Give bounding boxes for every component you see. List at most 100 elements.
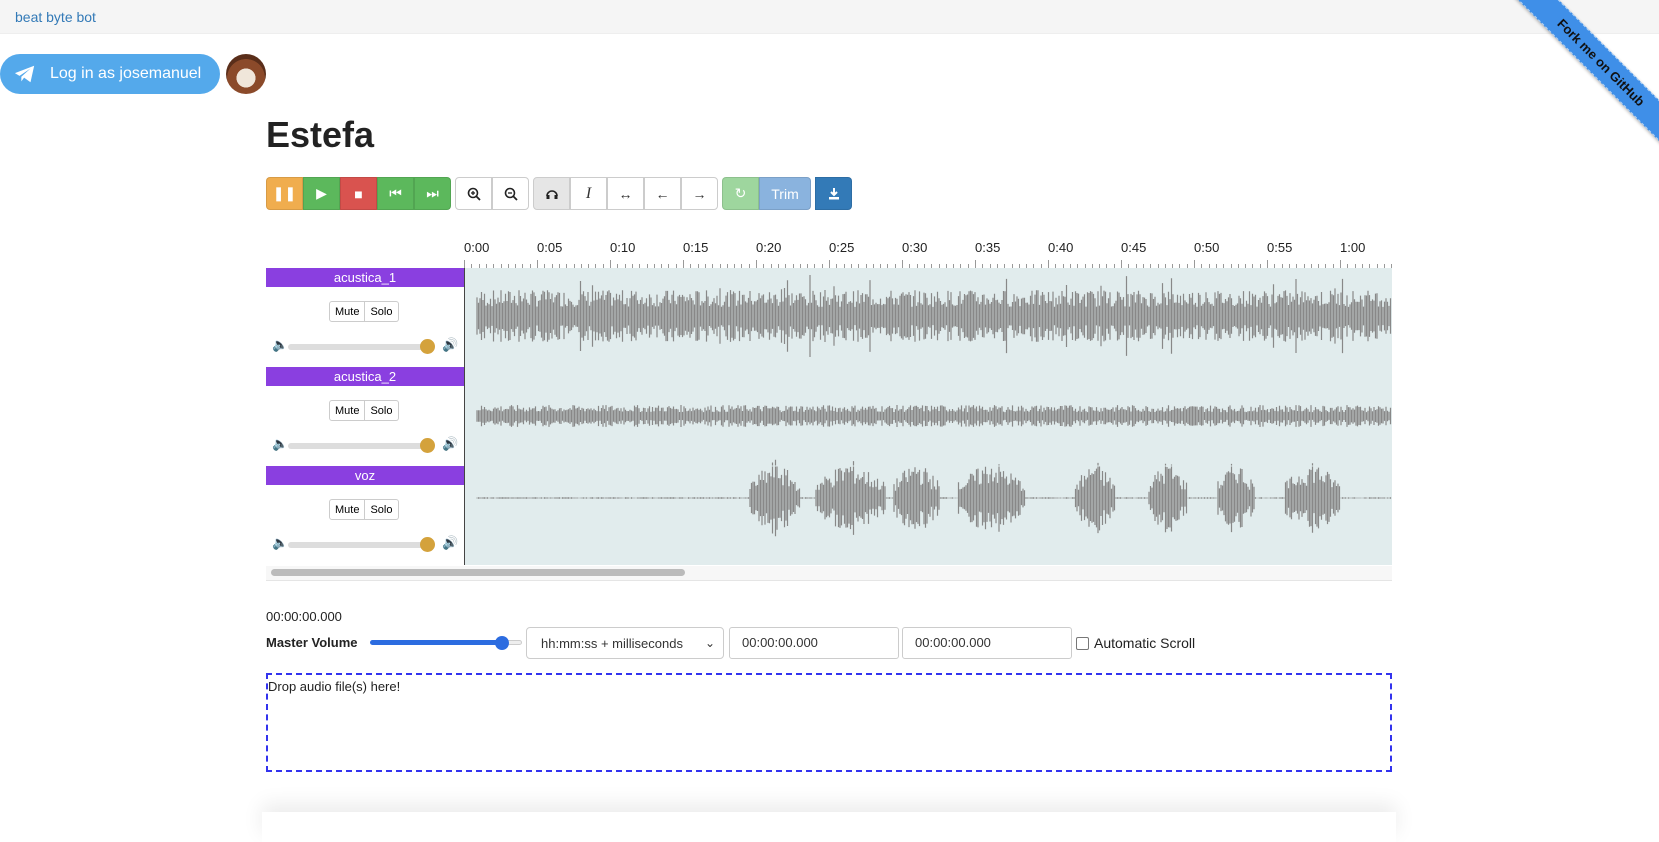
solo-button[interactable]: Solo [365, 400, 399, 421]
download-button[interactable] [815, 177, 852, 210]
brand-link[interactable]: beat byte bot [15, 9, 96, 25]
avatar [226, 54, 266, 94]
scrollbar-thumb[interactable] [271, 569, 685, 576]
download-icon [828, 187, 839, 199]
mute-button[interactable]: Mute [329, 400, 366, 421]
zoom-in-button[interactable] [455, 177, 492, 210]
volume-knob[interactable] [420, 537, 435, 552]
timeline-label: 0:05 [537, 240, 563, 255]
volume-knob[interactable] [420, 438, 435, 453]
timeline-tick [1048, 260, 1049, 268]
rewind-icon: ⏮ [389, 185, 402, 201]
time-format-select[interactable]: hh:mm:ss + milliseconds ⌄ [526, 627, 724, 659]
drop-zone-text: Drop audio file(s) here! [268, 679, 401, 694]
stop-button[interactable]: ■ [340, 177, 377, 210]
automatic-scroll-checkbox[interactable] [1076, 636, 1089, 650]
timeline-label: 0:30 [902, 240, 928, 255]
timeline-ruler[interactable]: 0:00 0:05 0:10 0:15 0:20 0:25 0:30 0:35 0:40 0:45… [464, 240, 1393, 268]
track-volume-slider[interactable]: 🔈 🔊 [266, 434, 464, 458]
waveforms [465, 275, 1392, 537]
current-time: 00:00:00.000 [266, 609, 342, 624]
shift-right-icon: → [692, 185, 707, 202]
volume-up-icon: 🔊 [442, 436, 459, 451]
waveform [476, 405, 1392, 427]
trim-button[interactable]: Trim [759, 177, 811, 210]
track-volume-slider[interactable]: 🔈 🔊 [266, 335, 464, 359]
track-mute-solo: Mute Solo [329, 400, 399, 421]
selection-end-input[interactable]: 00:00:00.000 [902, 627, 1072, 659]
volume-up-icon: 🔊 [442, 337, 459, 352]
timeline-label: 0:35 [975, 240, 1001, 255]
volume-up-icon: 🔊 [442, 535, 459, 550]
timeline-scrollbar[interactable] [266, 566, 1392, 581]
zoom-out-button[interactable] [492, 177, 529, 210]
volume-down-icon: 🔈 [272, 535, 289, 550]
telegram-login-button[interactable]: Log in as josemanuel [0, 54, 220, 94]
timeline-tick [902, 260, 903, 268]
fade-out-button[interactable]: → [681, 177, 718, 210]
timeline-label: 0:50 [1194, 240, 1220, 255]
timeline-tick [464, 260, 465, 268]
timeline-tick [975, 260, 976, 268]
waveform [476, 459, 1392, 537]
pause-button[interactable]: ❚❚ [266, 177, 303, 210]
timeline-tick [756, 260, 757, 268]
select-mode-button[interactable]: I [570, 177, 607, 210]
shift-left-icon: ← [655, 185, 670, 202]
solo-button[interactable]: Solo [365, 499, 399, 520]
timeline-tick [1194, 260, 1195, 268]
timeline-label: 0:25 [829, 240, 855, 255]
chevron-down-icon: ⌄ [704, 636, 715, 650]
timeline-label: 0:10 [610, 240, 636, 255]
refresh-icon: ↻ [734, 185, 747, 201]
github-ribbon[interactable]: Fork me on GitHub [1509, 0, 1659, 150]
mute-button[interactable]: Mute [329, 301, 366, 322]
refresh-button[interactable]: ↻ [722, 177, 759, 210]
github-ribbon-label[interactable]: Fork me on GitHub [1512, 0, 1659, 150]
timeline-label: 0:55 [1267, 240, 1293, 255]
timeline-label: 0:15 [683, 240, 709, 255]
track-mute-solo: Mute Solo [329, 499, 399, 520]
pause-icon: ❚❚ [272, 185, 297, 201]
volume-down-icon: 🔈 [272, 337, 289, 352]
timeline-tick [1340, 260, 1341, 268]
track-name: voz [266, 466, 464, 485]
track-volume-slider[interactable]: 🔈 🔊 [266, 533, 464, 557]
zoom-in-icon [467, 187, 481, 201]
file-drop-zone[interactable]: Drop audio file(s) here! [266, 673, 1392, 772]
waveform-area[interactable] [464, 268, 1392, 565]
track-mute-solo: Mute Solo [329, 301, 399, 322]
shift-mode-button[interactable]: ↔ [607, 177, 644, 210]
track-name: acustica_1 [266, 268, 464, 287]
timeline-label: 0:45 [1121, 240, 1147, 255]
selection-start-input[interactable]: 00:00:00.000 [729, 627, 899, 659]
volume-down-icon: 🔈 [272, 436, 289, 451]
stop-icon: ■ [354, 185, 363, 202]
telegram-icon [14, 65, 35, 83]
time-format-value: hh:mm:ss + milliseconds [541, 635, 683, 651]
zoom-out-icon [504, 187, 518, 201]
master-volume-knob[interactable] [495, 636, 509, 650]
play-icon: ▶ [316, 185, 327, 201]
playlist-toolbar: ❚❚ ▶ ■ ⏮ ⏭ I ↔ ← → ↻ Trim [266, 177, 856, 210]
fade-in-button[interactable]: ← [644, 177, 681, 210]
master-volume-slider[interactable] [370, 636, 522, 650]
play-button[interactable]: ▶ [303, 177, 340, 210]
fast-forward-button[interactable]: ⏭ [414, 177, 451, 210]
cursor-icon: I [585, 184, 592, 202]
timeline-tick [683, 260, 684, 268]
fast-forward-icon: ⏭ [426, 185, 439, 201]
rewind-button[interactable]: ⏮ [377, 177, 414, 210]
headphones-icon [545, 189, 558, 199]
solo-button[interactable]: Solo [365, 301, 399, 322]
cursor-mode-button[interactable] [533, 177, 570, 210]
volume-knob[interactable] [420, 339, 435, 354]
timeline-label: 0:20 [756, 240, 782, 255]
automatic-scroll-toggle[interactable]: Automatic Scroll [1076, 635, 1195, 651]
mute-button[interactable]: Mute [329, 499, 366, 520]
timeline-tick [1121, 260, 1122, 268]
navbar: beat byte bot [0, 0, 1659, 34]
timeline-tick [829, 260, 830, 268]
select-icon: ↔ [618, 185, 633, 202]
timeline-label: 1:00 [1340, 240, 1366, 255]
